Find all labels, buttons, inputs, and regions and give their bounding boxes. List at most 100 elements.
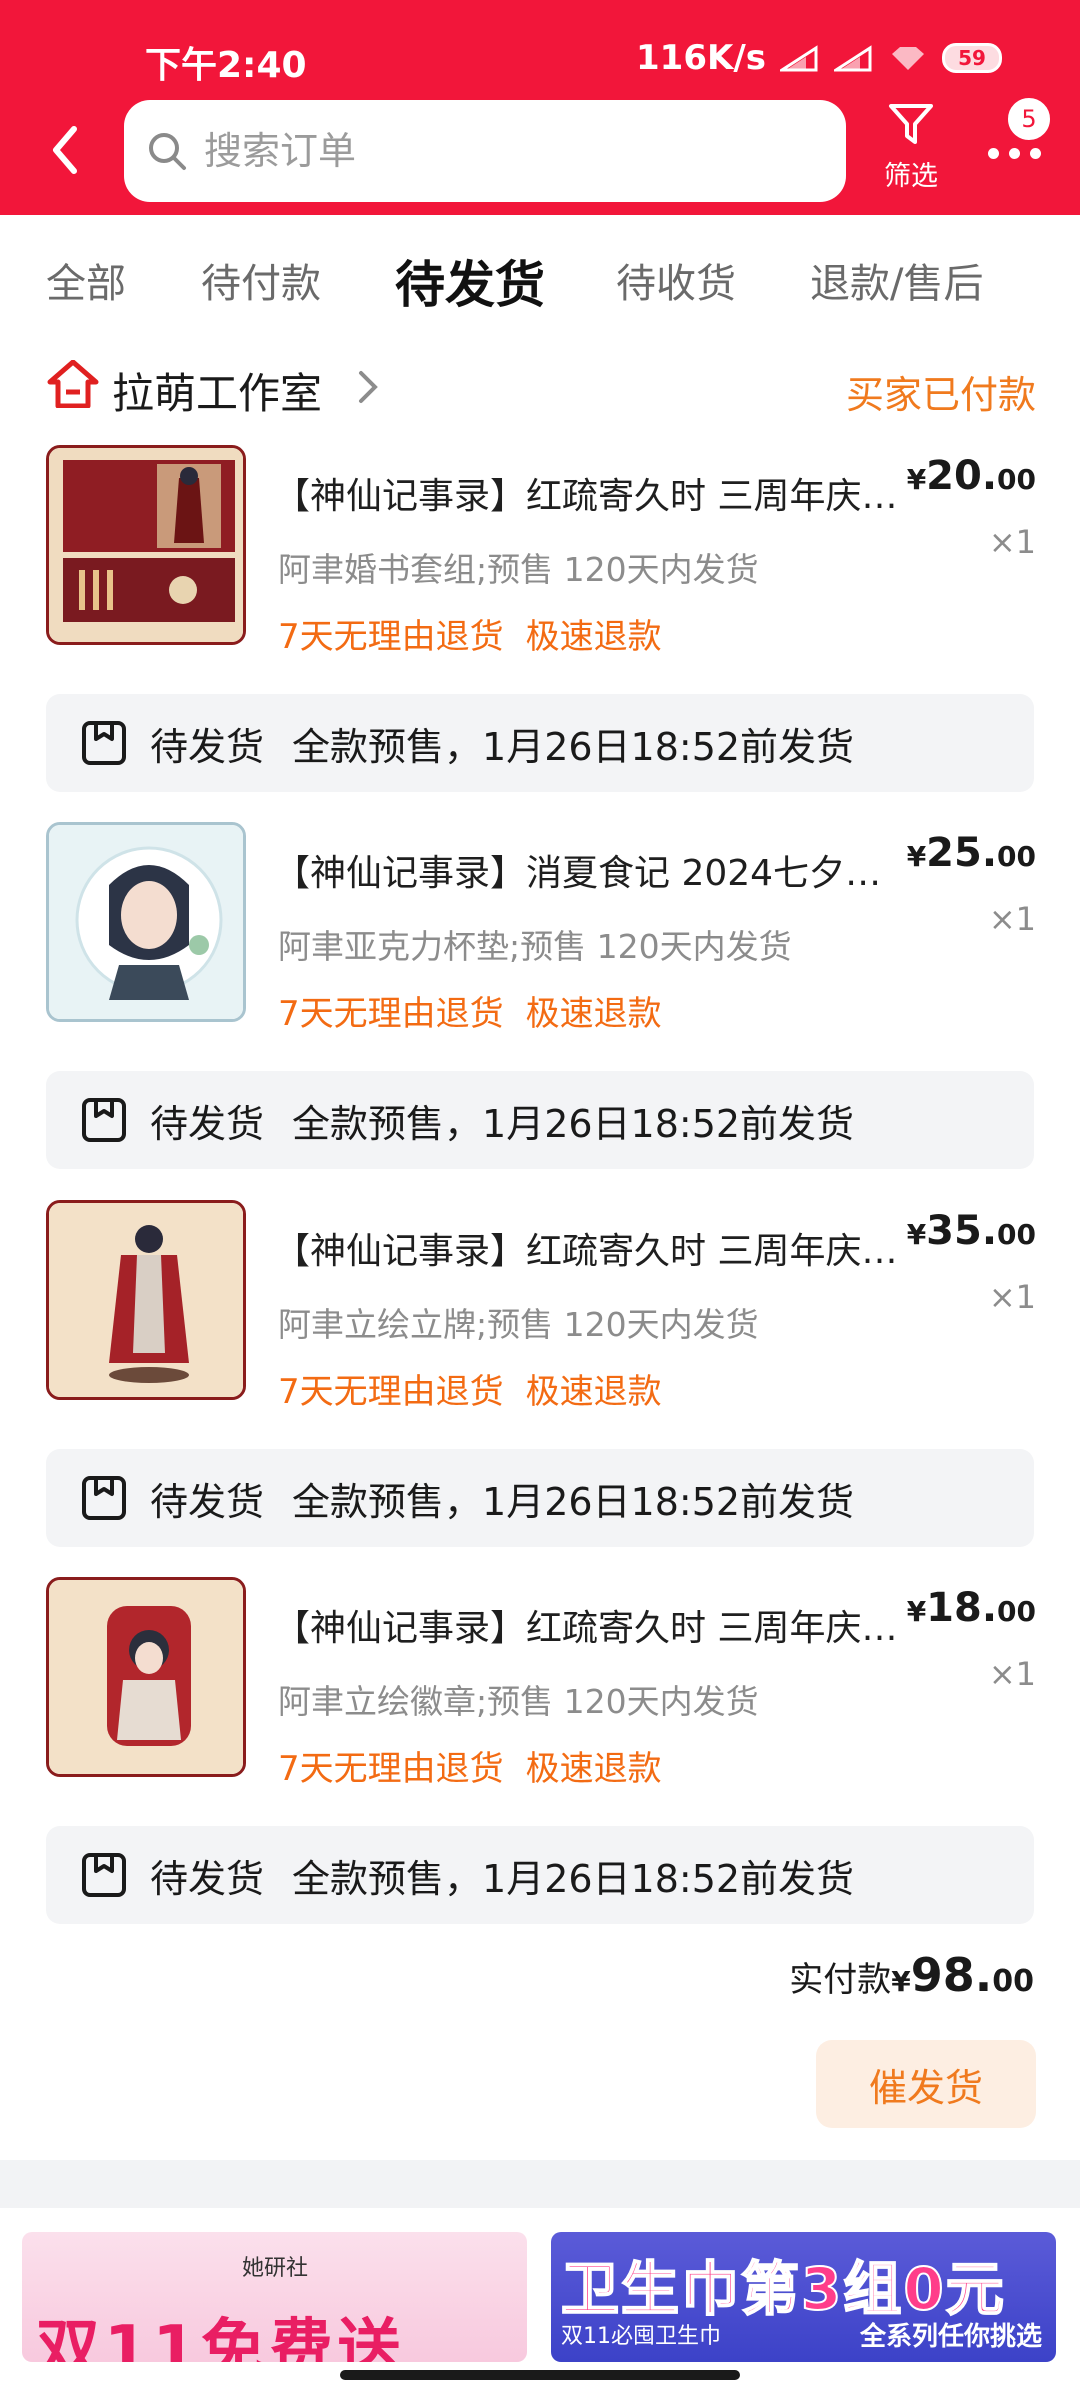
return-policy-tag: 7天无理由退货 xyxy=(278,994,504,1034)
total-decimal: 00 xyxy=(992,1964,1034,1999)
price-currency: ¥ xyxy=(906,1218,927,1251)
price-decimal: 00 xyxy=(997,1218,1036,1251)
banner-brand: 她研社 xyxy=(242,2256,309,2281)
price-currency: ¥ xyxy=(906,463,927,496)
product-title[interactable]: 【神仙记事录】红疏寄久时 三周年庆典系列 xyxy=(274,467,904,519)
price-decimal: 00 xyxy=(997,840,1036,873)
chevron-right-icon xyxy=(359,371,378,403)
search-box[interactable] xyxy=(124,100,846,202)
banner-headline: 卫生巾第3组0元 xyxy=(560,2254,1006,2324)
price-decimal: 00 xyxy=(997,463,1036,496)
filter-label: 筛选 xyxy=(884,161,938,192)
shipping-info-bar[interactable]: 待发货 全款预售，1月26日18:52前发货 xyxy=(46,694,1034,792)
more-dots-icon xyxy=(988,148,1041,159)
enterprise-store-icon xyxy=(47,360,99,408)
banner-subtext: 双11必囤卫生巾 xyxy=(561,2324,721,2349)
return-policy-tag: 7天无理由退货 xyxy=(278,1372,504,1412)
top-header: 下午2:40 116K/s 59 筛选 5 xyxy=(0,0,1080,215)
shipping-info-bar[interactable]: 待发货 全款预售，1月26日18:52前发货 xyxy=(46,1071,1034,1169)
return-policy-tag: 7天无理由退货 xyxy=(278,617,504,657)
signal-icon xyxy=(780,45,818,72)
product-title[interactable]: 【神仙记事录】红疏寄久时 三周年庆典系列 xyxy=(274,1222,904,1274)
shipping-deadline: 全款预售，1月26日18:52前发货 xyxy=(292,1479,855,1524)
package-icon xyxy=(82,1476,126,1520)
banner-headline: 双11免费送 xyxy=(36,2313,406,2362)
shipping-deadline: 全款预售，1月26日18:52前发货 xyxy=(292,724,855,769)
total-currency: ¥ xyxy=(891,1965,911,1998)
back-button[interactable] xyxy=(40,120,90,180)
promo-banner-right[interactable]: 卫生巾第3组0元 双11必囤卫生巾 全系列任你挑选 xyxy=(551,2232,1056,2362)
return-policy-tag: 7天无理由退货 xyxy=(278,1749,504,1789)
fast-refund-tag: 极速退款 xyxy=(525,994,662,1034)
shipping-info-bar[interactable]: 待发货 全款预售，1月26日18:52前发货 xyxy=(46,1449,1034,1547)
shipping-status: 待发货 xyxy=(150,724,265,769)
price-currency: ¥ xyxy=(906,840,927,873)
order-tabs: 全部 待付款 待发货 待收货 退款/售后 xyxy=(0,215,1080,340)
shipping-deadline: 全款预售，1月26日18:52前发货 xyxy=(292,1101,855,1146)
urge-shipment-button[interactable]: 催发货 xyxy=(816,2040,1036,2128)
message-badge: 5 xyxy=(1006,96,1052,142)
search-icon xyxy=(149,133,186,170)
product-quantity: ×1 xyxy=(988,1278,1036,1316)
price-integer: 35. xyxy=(926,1208,998,1254)
product-spec: 阿聿婚书套组;预售 120天内发货 xyxy=(278,550,759,589)
filter-button[interactable]: 筛选 xyxy=(876,100,946,200)
shipping-status: 待发货 xyxy=(150,1101,265,1146)
section-divider xyxy=(0,2160,1080,2208)
product-spec: 阿聿亚克力杯垫;预售 120天内发货 xyxy=(278,927,792,966)
price-integer: 25. xyxy=(926,830,998,876)
store-name[interactable]: 拉萌工作室 xyxy=(112,360,322,421)
price-currency: ¥ xyxy=(906,1595,927,1628)
shipping-status: 待发货 xyxy=(150,1856,265,1901)
service-tags: 7天无理由退货 极速退款 xyxy=(278,1364,662,1413)
product-title[interactable]: 【神仙记事录】消夏食记 2024七夕系列 xyxy=(274,844,904,896)
order-item[interactable]: 【神仙记事录】红疏寄久时 三周年庆典系列 阿聿立绘立牌;预售 120天内发货 7… xyxy=(46,1200,1036,1430)
fast-refund-tag: 极速退款 xyxy=(525,1372,662,1412)
product-thumbnail[interactable] xyxy=(46,822,246,1022)
order-total: 实付款¥98.00 xyxy=(789,1948,1034,2002)
package-icon xyxy=(82,1853,126,1897)
banner-subtext-2: 全系列任你挑选 xyxy=(859,2322,1042,2352)
battery-indicator: 59 xyxy=(942,43,1002,73)
product-spec: 阿聿立绘徽章;预售 120天内发货 xyxy=(278,1682,759,1721)
store-header[interactable]: 拉萌工作室 买家已付款 xyxy=(46,352,1036,422)
chevron-left-icon xyxy=(53,126,77,174)
service-tags: 7天无理由退货 极速退款 xyxy=(278,986,662,1035)
status-bar: 下午2:40 116K/s 59 xyxy=(0,0,1080,95)
search-input[interactable] xyxy=(204,129,804,173)
order-item[interactable]: 【神仙记事录】红疏寄久时 三周年庆典系列 阿聿婚书套组;预售 120天内发货 7… xyxy=(46,445,1036,675)
tab-pending-payment[interactable]: 待付款 xyxy=(201,251,321,309)
price-integer: 20. xyxy=(926,453,998,499)
shipping-info-bar[interactable]: 待发货 全款预售，1月26日18:52前发货 xyxy=(46,1826,1034,1924)
order-item[interactable]: 【神仙记事录】消夏食记 2024七夕系列 阿聿亚克力杯垫;预售 120天内发货 … xyxy=(46,822,1036,1052)
product-thumbnail[interactable] xyxy=(46,445,246,645)
package-icon xyxy=(82,1098,126,1142)
promo-banner-left[interactable]: 她研社 双11免费送 xyxy=(22,2232,527,2362)
product-price: ¥25.00 xyxy=(907,830,1036,876)
tab-all[interactable]: 全部 xyxy=(46,251,126,309)
tab-pending-shipment[interactable]: 待发货 xyxy=(395,245,545,317)
order-status: 买家已付款 xyxy=(845,373,1036,417)
fast-refund-tag: 极速退款 xyxy=(525,1749,662,1789)
product-quantity: ×1 xyxy=(988,1655,1036,1693)
product-spec: 阿聿立绘立牌;预售 120天内发货 xyxy=(278,1305,759,1344)
signal-icon-2 xyxy=(834,45,872,72)
package-icon xyxy=(82,721,126,765)
product-price: ¥20.00 xyxy=(907,453,1036,499)
filter-icon xyxy=(889,104,933,144)
shipping-deadline: 全款预售，1月26日18:52前发货 xyxy=(292,1856,855,1901)
tab-refund-aftersale[interactable]: 退款/售后 xyxy=(810,251,983,309)
product-title[interactable]: 【神仙记事录】红疏寄久时 三周年庆典系列 xyxy=(274,1599,904,1651)
product-quantity: ×1 xyxy=(988,523,1036,561)
product-thumbnail[interactable] xyxy=(46,1200,246,1400)
product-price: ¥35.00 xyxy=(907,1208,1036,1254)
price-integer: 18. xyxy=(926,1585,998,1631)
shipping-status: 待发货 xyxy=(150,1479,265,1524)
home-indicator[interactable] xyxy=(340,2370,740,2380)
shield-heart-icon xyxy=(892,47,924,70)
price-decimal: 00 xyxy=(997,1595,1036,1628)
order-item[interactable]: 【神仙记事录】红疏寄久时 三周年庆典系列 阿聿立绘徽章;预售 120天内发货 7… xyxy=(46,1577,1036,1807)
total-integer: 98. xyxy=(910,1948,993,2002)
product-thumbnail[interactable] xyxy=(46,1577,246,1777)
tab-pending-receipt[interactable]: 待收货 xyxy=(616,251,736,309)
